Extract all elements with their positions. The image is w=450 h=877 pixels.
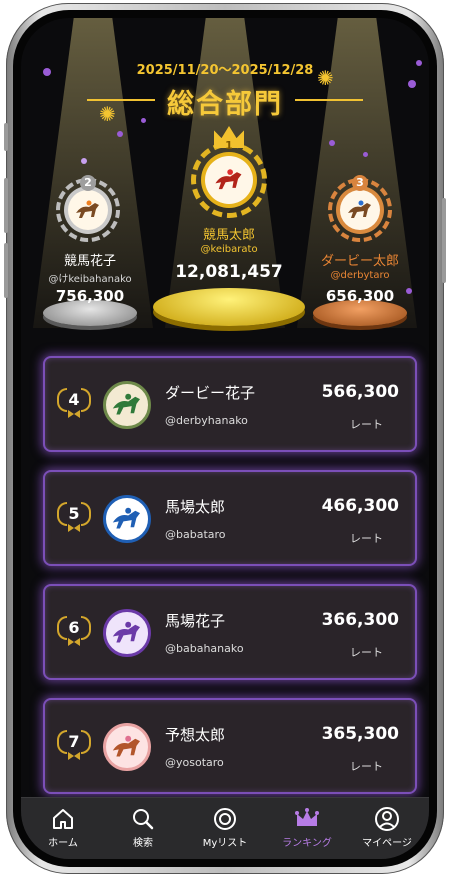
mute-switch bbox=[4, 123, 8, 151]
search-icon bbox=[130, 806, 156, 832]
podium-name-1: 競馬太郎 bbox=[202, 228, 255, 243]
volume-down-button bbox=[4, 243, 8, 298]
nav-mylist[interactable]: Myリスト bbox=[185, 806, 265, 849]
rank-badge-3: 3 bbox=[352, 175, 368, 191]
user-name: ダービー花子 bbox=[165, 384, 256, 402]
nav-label: Myリスト bbox=[202, 838, 248, 849]
user-handle: @derbyhanako bbox=[165, 414, 248, 427]
crown-icon bbox=[294, 806, 320, 832]
rank-number: 6 bbox=[68, 618, 80, 637]
user-handle: @yosotaro bbox=[165, 756, 224, 769]
rate-value: 466,300 bbox=[321, 496, 399, 516]
podium-rate-2: 756,300 bbox=[55, 287, 125, 305]
horse-rider-icon bbox=[112, 507, 140, 529]
avatar bbox=[336, 186, 384, 234]
horse-rider-icon bbox=[112, 621, 140, 643]
rate-value: 365,300 bbox=[321, 724, 399, 744]
rank-emblem: 7 bbox=[57, 728, 91, 762]
nav-search[interactable]: 検索 bbox=[103, 806, 183, 849]
horse-rider-icon bbox=[112, 393, 140, 415]
power-button bbox=[442, 198, 446, 283]
avatar bbox=[103, 495, 151, 543]
confetti bbox=[329, 140, 335, 146]
period-label: 2025/11/20〜2025/12/28 bbox=[136, 63, 314, 78]
rate-label: レート bbox=[350, 760, 383, 773]
firework-icon: ✺ bbox=[99, 102, 116, 126]
confetti bbox=[117, 131, 123, 137]
ranking-card-4[interactable]: 4 ダービー花子 @derbyhanako 566,300 レート bbox=[43, 356, 417, 452]
bottom-nav: ホーム 検索 Myリスト ランキング マイページ bbox=[21, 797, 429, 859]
rank-emblem: 6 bbox=[57, 614, 91, 648]
rate-label: レート bbox=[350, 646, 383, 659]
rank-badge-2: 2 bbox=[80, 175, 96, 191]
rank-badge-1: 1 bbox=[225, 139, 233, 152]
avatar bbox=[103, 723, 151, 771]
rank-emblem: 5 bbox=[57, 500, 91, 534]
avatar bbox=[64, 186, 112, 234]
ranking-card-7[interactable]: 7 予想太郎 @yosotaro 365,300 レート bbox=[43, 698, 417, 794]
user-name: 予想太郎 bbox=[165, 726, 226, 744]
nav-home[interactable]: ホーム bbox=[23, 806, 103, 849]
nav-label: マイページ bbox=[362, 838, 412, 849]
avatar bbox=[103, 381, 151, 429]
avatar bbox=[103, 609, 151, 657]
phone-frame: 2025/11/20〜2025/12/28 総合部門 ✺ ✺ 2 競馬花子 @け… bbox=[4, 3, 446, 874]
user-icon bbox=[374, 806, 400, 832]
horse-rider-icon bbox=[68, 190, 108, 230]
horse-rider-icon bbox=[340, 190, 380, 230]
podium-handle-2: @けkeibahanako bbox=[48, 274, 132, 285]
title-line-right bbox=[295, 99, 363, 101]
podium-name-3: ダービー太郎 bbox=[320, 254, 399, 269]
rank-emblem: 4 bbox=[57, 386, 91, 420]
home-icon bbox=[50, 806, 76, 832]
rank-number: 4 bbox=[68, 390, 80, 409]
podium-name-2: 競馬花子 bbox=[63, 254, 116, 269]
mylist-icon bbox=[212, 806, 238, 832]
nav-label: ホーム bbox=[48, 838, 78, 849]
app-screen: 2025/11/20〜2025/12/28 総合部門 ✺ ✺ 2 競馬花子 @け… bbox=[21, 18, 429, 859]
horse-rider-icon bbox=[112, 735, 140, 757]
nav-mypage[interactable]: マイページ bbox=[347, 806, 427, 849]
confetti bbox=[363, 152, 368, 157]
firework-icon: ✺ bbox=[317, 66, 334, 90]
rank-number: 7 bbox=[68, 732, 80, 751]
podium-handle-1: @keibarato bbox=[200, 244, 258, 255]
podium-rate-3: 656,300 bbox=[325, 287, 395, 305]
user-name: 馬場太郎 bbox=[165, 498, 226, 516]
nav-ranking[interactable]: ランキング bbox=[267, 806, 347, 849]
podium-stand-1 bbox=[153, 288, 305, 326]
page-title: 総合部門 bbox=[167, 89, 283, 120]
avatar bbox=[201, 152, 257, 208]
horse-rider-icon bbox=[205, 156, 253, 204]
ranking-card-5[interactable]: 5 馬場太郎 @babataro 466,300 レート bbox=[43, 470, 417, 566]
nav-label: ランキング bbox=[282, 838, 332, 849]
rate-value: 366,300 bbox=[321, 610, 399, 630]
user-handle: @babataro bbox=[165, 528, 226, 541]
rank-number: 5 bbox=[68, 504, 80, 523]
rate-value: 566,300 bbox=[321, 382, 399, 402]
user-handle: @babahanako bbox=[165, 642, 244, 655]
podium-rate-1: 12,081,457 bbox=[175, 262, 283, 282]
user-name: 馬場花子 bbox=[165, 612, 226, 630]
nav-label: 検索 bbox=[133, 838, 153, 849]
volume-up-button bbox=[4, 178, 8, 233]
podium-handle-3: @derbytaro bbox=[330, 270, 390, 281]
rate-label: レート bbox=[350, 418, 383, 431]
confetti bbox=[81, 158, 87, 164]
ranking-card-6[interactable]: 6 馬場花子 @babahanako 366,300 レート bbox=[43, 584, 417, 680]
rate-label: レート bbox=[350, 532, 383, 545]
